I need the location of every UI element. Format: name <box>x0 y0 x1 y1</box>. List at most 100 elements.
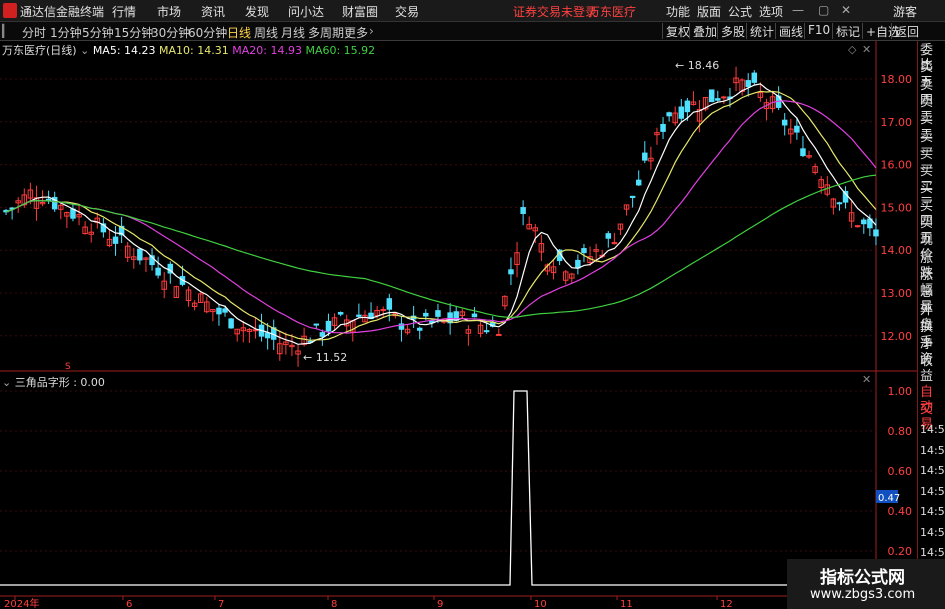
maximize-icon[interactable]: ▢ <box>818 3 829 17</box>
menu-gongneng[interactable]: 功能 <box>666 3 690 20</box>
candle-body <box>216 307 222 315</box>
candle-body <box>854 225 861 228</box>
btn-biaoji[interactable]: 标记 <box>832 23 860 39</box>
date-tick-label: 7 <box>218 599 224 609</box>
signal-marker: S <box>65 362 71 372</box>
menu-caifuquan[interactable]: 财富圈 <box>342 3 378 20</box>
btn-duogu[interactable]: 多股 <box>717 23 745 39</box>
trade-time: 14:56 <box>920 443 945 457</box>
user-label[interactable]: 游客 <box>893 3 917 20</box>
menu-shichang[interactable]: 市场 <box>157 3 181 20</box>
btn-huaxian[interactable]: 画线 <box>775 23 803 39</box>
period-more[interactable]: 更多 <box>344 24 368 41</box>
indicator-title-row: ⌄ 三角品字形 : 0.00 <box>2 374 105 390</box>
legend-title: 万东医疗(日线) <box>2 44 77 57</box>
panel-toggle-icon[interactable]: ▎ <box>2 24 11 38</box>
candle-body <box>112 236 119 244</box>
indicator-tick-label: 1.00 <box>888 385 913 398</box>
trade-time: 14:56 <box>920 464 945 477</box>
app-window: 通达信金融终端 行情 市场 资讯 发现 问小达 财富圈 交易 证券交易未登录 万… <box>0 0 945 609</box>
period-30min[interactable]: 30分钟 <box>151 24 190 41</box>
period-monthly[interactable]: 月线 <box>281 24 305 41</box>
date-tick-label: 2024年 <box>4 597 39 609</box>
candle-body <box>137 248 143 261</box>
close-panel-icon[interactable]: ✕ <box>862 43 871 56</box>
trade-time: 14:56 <box>920 505 945 518</box>
app-logo-icon <box>3 3 17 18</box>
candle-body <box>836 202 843 205</box>
period-1min[interactable]: 1分钟 <box>50 24 82 41</box>
period-multi[interactable]: 多周期 <box>308 24 344 41</box>
menu-faxian[interactable]: 发现 <box>245 3 269 20</box>
btn-fanhui[interactable]: 返回 <box>891 23 919 39</box>
candle-body <box>660 123 666 132</box>
kline-svg[interactable]: ← 18.46 ← 11.52 S 18.00 17.00 16.00 15.00 14.0… <box>0 41 917 609</box>
chevron-right-icon[interactable]: › <box>369 24 374 38</box>
candle-body <box>380 308 386 311</box>
trade-time: 14:56 <box>920 423 945 436</box>
close-icon[interactable]: ✕ <box>841 3 851 17</box>
candle-body <box>678 106 685 119</box>
trade-time: 14:56 <box>920 484 945 498</box>
indicator-tick-label: 0.20 <box>888 545 913 558</box>
price-legend: 万东医疗(日线) ⌄ MA5: 14.23 MA10: 14.31 MA20: … <box>2 42 375 58</box>
candle-body <box>155 267 161 276</box>
candle-body <box>708 89 715 103</box>
menu-hangqing[interactable]: 行情 <box>112 3 136 20</box>
price-tick-label: 14.00 <box>881 244 913 257</box>
close-ind-icon[interactable]: ✕ <box>862 373 871 386</box>
menu-jiaoyi[interactable]: 交易 <box>395 3 419 20</box>
candle-body <box>325 320 332 332</box>
candle-body <box>471 313 478 318</box>
btn-f10[interactable]: F10 <box>804 23 830 39</box>
candle-body <box>575 259 581 269</box>
legend-ma10: MA10: 14.31 <box>159 44 229 57</box>
candle-body <box>319 332 326 337</box>
ma5-line <box>5 83 877 345</box>
ma20-line <box>5 100 877 334</box>
menu-xuanxiang[interactable]: 选项 <box>759 3 783 20</box>
date-tick-label: 9 <box>437 599 443 609</box>
period-weekly[interactable]: 周线 <box>254 24 278 41</box>
kline-chart-area[interactable]: ← 18.46 ← 11.52 S 18.00 17.00 16.00 15.00 14.0… <box>0 41 917 609</box>
candle-body <box>520 207 526 214</box>
period-15min[interactable]: 15分钟 <box>114 24 153 41</box>
candle-body <box>751 72 758 83</box>
period-fenshi[interactable]: 分时 <box>22 24 46 41</box>
menu-gongshi[interactable]: 公式 <box>728 3 752 20</box>
btn-fuquan[interactable]: 复权 <box>662 23 690 39</box>
legend-chevron-icon[interactable]: ⌄ <box>80 44 93 57</box>
indicator-chevron-icon[interactable]: ⌄ <box>2 376 15 389</box>
date-tick-label: 11 <box>620 599 633 609</box>
candle-body <box>745 80 751 88</box>
price-tick-label: 12.00 <box>881 330 913 343</box>
indicator-tick-label: 0.60 <box>888 465 913 478</box>
period-daily[interactable]: 日线 <box>227 24 251 41</box>
login-notice[interactable]: 证券交易未登录 <box>513 3 597 20</box>
indicator-line <box>0 390 876 586</box>
menu-banmian[interactable]: 版面 <box>697 3 721 20</box>
diamond-icon[interactable]: ◇ <box>848 43 857 56</box>
btn-diejia[interactable]: 叠加 <box>689 23 717 39</box>
minimize-icon[interactable]: — <box>792 3 804 17</box>
period-5min[interactable]: 5分钟 <box>82 24 114 41</box>
candle-body <box>252 329 259 332</box>
legend-ma5: MA5: 14.23 <box>92 44 156 57</box>
price-tick-label: 17.00 <box>881 116 913 129</box>
candle-body <box>581 248 587 254</box>
menu-wenxiaoda[interactable]: 问小达 <box>288 3 324 20</box>
date-tick-label: 8 <box>331 599 337 609</box>
candle-body <box>356 314 362 317</box>
current-value-label: 0.47 <box>878 493 900 504</box>
period-60min[interactable]: 60分钟 <box>188 24 227 41</box>
candle-body <box>386 298 393 310</box>
price-tick-label: 18.00 <box>881 73 913 86</box>
btn-tongji[interactable]: 统计 <box>746 23 774 39</box>
menu-zixun[interactable]: 资讯 <box>201 3 225 20</box>
candle-body <box>684 100 691 113</box>
candle-body <box>416 327 423 331</box>
candle-body <box>70 208 76 219</box>
date-tick-label: 6 <box>126 599 132 609</box>
candle-body <box>794 125 800 133</box>
candle-body <box>496 333 502 336</box>
